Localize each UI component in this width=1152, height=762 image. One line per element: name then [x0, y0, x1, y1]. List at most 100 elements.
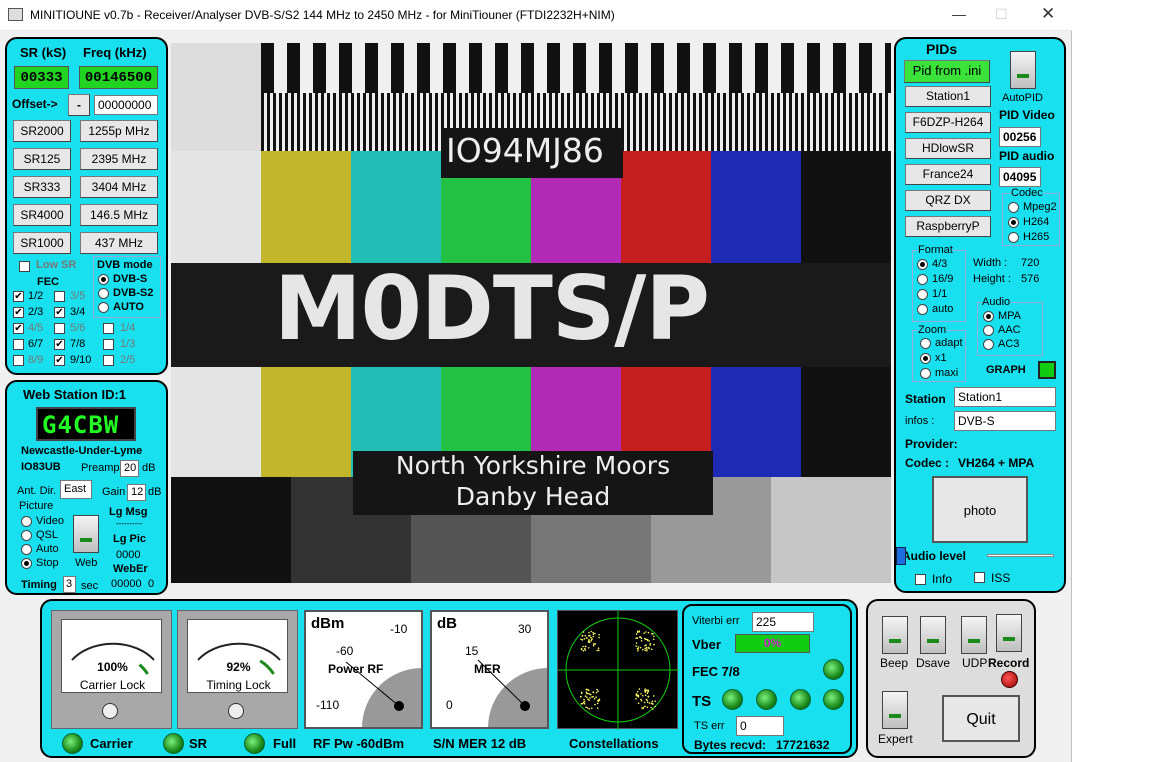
audio-level-slider[interactable]	[987, 554, 1054, 557]
fec-checkbox[interactable]	[103, 339, 114, 350]
web-toggle-switch[interactable]	[73, 515, 99, 553]
codec-radio[interactable]	[1008, 202, 1019, 213]
photo-button[interactable]: photo	[932, 476, 1028, 543]
constellation-dot	[640, 637, 643, 639]
format-radio[interactable]	[917, 304, 928, 315]
constellation-dot	[643, 701, 646, 704]
pid-video-input[interactable]: 00256	[999, 127, 1041, 147]
zoom-radio[interactable]	[920, 338, 931, 349]
timing-input[interactable]: 3	[63, 576, 76, 593]
info-checkbox[interactable]	[915, 574, 926, 585]
low-sr-checkbox[interactable]	[19, 261, 30, 272]
constellation-dot	[597, 690, 599, 692]
fec-checkbox[interactable]: ✔	[13, 323, 24, 334]
fec-checkbox[interactable]: ✔	[54, 307, 65, 318]
fec-checkbox[interactable]: ✔	[13, 291, 24, 302]
codec-radio[interactable]	[1008, 232, 1019, 243]
dvb-mode-radio[interactable]	[98, 302, 109, 313]
udp-toggle-switch[interactable]	[961, 616, 987, 654]
station-input[interactable]: Station1	[954, 387, 1056, 407]
fec-checkbox[interactable]: ✔	[54, 339, 65, 350]
infos-input[interactable]: DVB-S	[954, 411, 1056, 431]
format-radio[interactable]	[917, 259, 928, 270]
freq-preset-button[interactable]: 1255p MHz	[80, 120, 158, 142]
antenna-direction-input[interactable]: East	[60, 480, 92, 499]
bytes-recvd-value: 17721632	[776, 738, 830, 752]
station-preset-button[interactable]: F6DZP-H264	[905, 112, 991, 133]
fec-label: 1/2	[28, 290, 44, 302]
freq-preset-button[interactable]: 2395 MHz	[80, 148, 158, 170]
picture-mode-radio[interactable]	[21, 558, 32, 569]
preamp-input[interactable]: 20	[120, 460, 139, 477]
maximize-icon[interactable]: ☐	[995, 6, 1008, 23]
codec-radio[interactable]	[1008, 217, 1019, 228]
format-radio[interactable]	[917, 289, 928, 300]
constellation-dot	[645, 638, 648, 641]
record-toggle-switch[interactable]	[996, 614, 1022, 652]
offset-input[interactable]: 00000000	[94, 95, 158, 115]
expert-toggle-switch[interactable]	[882, 691, 908, 729]
dvb-mode-radio[interactable]	[98, 274, 109, 285]
gain-input[interactable]: 12	[127, 484, 146, 501]
quit-button[interactable]: Quit	[942, 695, 1020, 742]
fec-label: 3/4	[70, 306, 86, 318]
fec-checkbox[interactable]	[13, 355, 24, 366]
sr-preset-button[interactable]: SR125	[13, 148, 71, 170]
freq-preset-button[interactable]: 146.5 MHz	[80, 204, 158, 226]
constellation-dot	[644, 705, 646, 708]
freq-preset-button[interactable]: 3404 MHz	[80, 176, 158, 198]
offset-sign-button[interactable]: -	[68, 94, 90, 116]
station-preset-button[interactable]: RaspberryP	[905, 216, 991, 237]
sr-input[interactable]: 00333	[14, 66, 69, 89]
audio-level-thumb[interactable]	[896, 547, 906, 565]
dvb-mode-radio[interactable]	[98, 288, 109, 299]
fec-checkbox[interactable]: ✔	[13, 307, 24, 318]
graph-button[interactable]	[1038, 361, 1056, 379]
constellation-dot	[590, 630, 592, 633]
timing-label: Timing	[21, 579, 57, 591]
constellation-dot	[596, 702, 599, 705]
info-label: Info	[932, 572, 953, 586]
minimize-icon[interactable]: —	[952, 6, 966, 22]
constellation-dot	[590, 636, 592, 639]
carrier-lock-reset-icon[interactable]	[102, 703, 118, 719]
autopid-toggle-switch[interactable]	[1010, 51, 1036, 89]
close-icon[interactable]: ✕	[1041, 4, 1055, 24]
audio-radio[interactable]	[983, 325, 994, 336]
station-preset-button[interactable]: France24	[905, 164, 991, 185]
freq-input[interactable]: 00146500	[79, 66, 158, 89]
fec-checkbox[interactable]	[13, 339, 24, 350]
pid-audio-input[interactable]: 04095	[999, 167, 1041, 187]
fec-checkbox[interactable]	[103, 323, 114, 334]
zoom-radio[interactable]	[920, 368, 931, 379]
sr-preset-button[interactable]: SR333	[13, 176, 71, 198]
iss-checkbox[interactable]	[974, 572, 985, 583]
video-display[interactable]: IO94MJ86 M0DTS/P North Yorkshire Moors D…	[171, 43, 891, 583]
audio-radio[interactable]	[983, 339, 994, 350]
format-radio[interactable]	[917, 274, 928, 285]
freq-preset-button[interactable]: 437 MHz	[80, 232, 158, 254]
picture-mode-radio[interactable]	[21, 516, 32, 527]
station-preset-button[interactable]: HDlowSR	[905, 138, 991, 159]
sr-preset-button[interactable]: SR4000	[13, 204, 71, 226]
dsave-toggle-switch[interactable]	[920, 616, 946, 654]
web-station-panel: Web Station ID:1 G4CBW Newcastle-Under-L…	[5, 380, 168, 595]
sr-preset-button[interactable]: SR1000	[13, 232, 71, 254]
constellation-dot	[635, 697, 637, 700]
audio-radio[interactable]	[983, 311, 994, 322]
station-preset-button[interactable]: Station1	[905, 86, 991, 107]
timing-lock-reset-icon[interactable]	[228, 703, 244, 719]
sr-preset-button[interactable]: SR2000	[13, 120, 71, 142]
beep-toggle-switch[interactable]	[882, 616, 908, 654]
fec-checkbox[interactable]	[103, 355, 114, 366]
station-preset-button[interactable]: QRZ DX	[905, 190, 991, 211]
zoom-radio[interactable]	[920, 353, 931, 364]
fec-checkbox[interactable]: ✔	[54, 355, 65, 366]
fec-label: 6/7	[28, 338, 44, 350]
pid-from-ini-button[interactable]: Pid from .ini	[904, 60, 990, 83]
picture-mode-radio[interactable]	[21, 530, 32, 541]
constellation-dot	[641, 707, 643, 709]
fec-checkbox[interactable]	[54, 291, 65, 302]
fec-checkbox[interactable]	[54, 323, 65, 334]
picture-mode-radio[interactable]	[21, 544, 32, 555]
